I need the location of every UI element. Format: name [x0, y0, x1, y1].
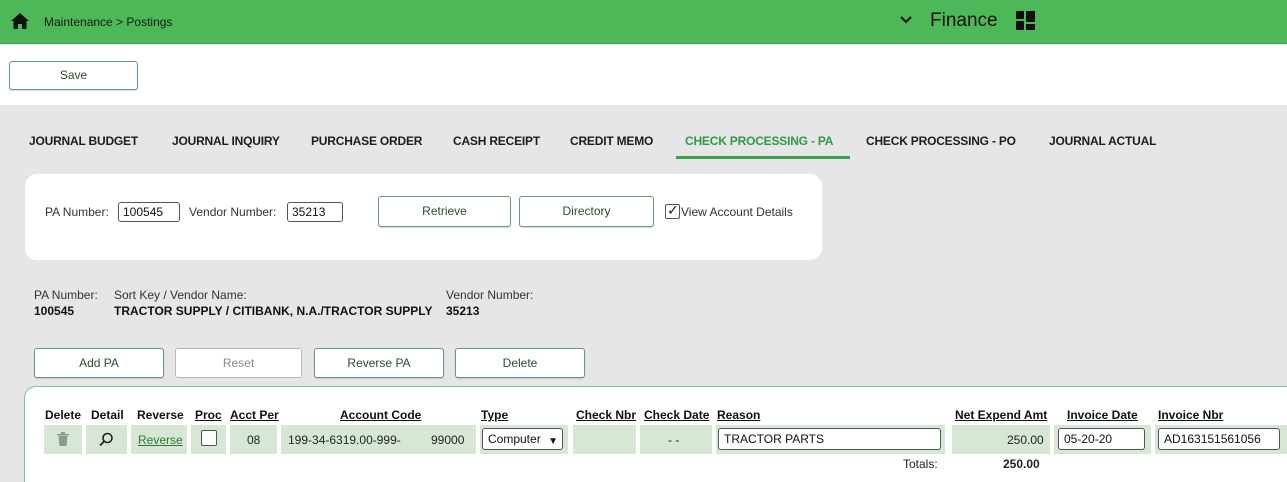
col-header-net-expend-amt[interactable]: Net Expend Amt — [955, 408, 1047, 422]
info-vendor-number-value: 35213 — [446, 304, 480, 318]
pa-number-input[interactable]: 100545 — [118, 202, 180, 222]
app-name[interactable]: Finance — [930, 10, 998, 32]
chevron-down-icon[interactable] — [898, 12, 914, 28]
info-pa-number-value: 100545 — [34, 304, 75, 318]
invoice-date-input[interactable]: 05-20-20 — [1058, 428, 1145, 450]
view-account-details-checkbox[interactable]: ✓ — [665, 202, 680, 219]
tab-cash-receipt[interactable]: CASH RECEIPT — [453, 134, 540, 148]
invoice-nbr-input[interactable]: AD163151561056 — [1158, 428, 1280, 450]
delete-cell — [44, 425, 82, 454]
col-header-check-nbr[interactable]: Check Nbr — [576, 408, 636, 422]
top-bar: Maintenance > Postings Finance — [0, 0, 1287, 44]
account-code-suffix: 99000 — [431, 433, 465, 447]
detail-cell — [86, 425, 127, 454]
tab-journal-inquiry[interactable]: JOURNAL INQUIRY — [172, 134, 280, 148]
pa-number-label: PA Number: — [45, 205, 109, 219]
info-vendor-name-label: Sort Key / Vendor Name: — [114, 288, 247, 302]
tab-journal-budget[interactable]: JOURNAL BUDGET — [29, 134, 138, 148]
search-icon[interactable] — [99, 432, 114, 447]
totals-label: Totals: — [903, 457, 938, 471]
reason-input[interactable]: TRACTOR PARTS — [718, 428, 941, 450]
reverse-link[interactable]: Reverse — [138, 433, 183, 447]
save-button[interactable]: Save — [9, 61, 138, 90]
breadcrumb: Maintenance > Postings — [44, 15, 173, 29]
account-code-value: 199-34-6319.00-999- — [288, 433, 401, 447]
vendor-number-input[interactable]: 35213 — [287, 202, 343, 222]
check-nbr-cell — [573, 425, 636, 454]
tab-check-processing-pa[interactable]: CHECK PROCESSING - PA — [685, 134, 833, 148]
home-icon[interactable] — [10, 12, 30, 30]
save-bar: Save — [0, 45, 1287, 105]
chevron-down-icon: ▼ — [548, 436, 558, 447]
tab-journal-actual[interactable]: JOURNAL ACTUAL — [1049, 134, 1156, 148]
col-header-reverse: Reverse — [137, 408, 184, 422]
view-account-details-label: View Account Details — [681, 205, 793, 219]
retrieve-button[interactable]: Retrieve — [378, 196, 511, 227]
info-vendor-name-value: TRACTOR SUPPLY / CITIBANK, N.A./TRACTOR … — [114, 304, 433, 318]
check-date-value: - - — [668, 433, 680, 447]
net-expend-value: 250.00 — [1007, 433, 1044, 447]
reverse-pa-button[interactable]: Reverse PA — [314, 348, 444, 378]
info-pa-number-label: PA Number: — [34, 288, 98, 302]
app-grid-icon[interactable] — [1016, 11, 1035, 30]
tab-bar: JOURNAL BUDGET JOURNAL INQUIRY PURCHASE … — [0, 134, 1287, 160]
proc-checkbox[interactable] — [201, 430, 217, 446]
col-header-acct-per[interactable]: Acct Per — [230, 408, 279, 422]
type-select[interactable]: Computer ▼ — [482, 428, 563, 450]
col-header-type[interactable]: Type — [481, 408, 508, 422]
delete-button[interactable]: Delete — [455, 348, 585, 378]
col-header-delete: Delete — [45, 408, 82, 422]
totals-value: 250.00 — [1003, 457, 1040, 471]
col-header-invoice-date[interactable]: Invoice Date — [1067, 408, 1138, 422]
trash-icon[interactable] — [57, 432, 69, 446]
col-header-account-code[interactable]: Account Code — [340, 408, 421, 422]
col-header-check-date[interactable]: Check Date — [644, 408, 709, 422]
reset-button[interactable]: Reset — [175, 348, 302, 378]
type-select-value: Computer — [488, 432, 541, 446]
tab-check-processing-po[interactable]: CHECK PROCESSING - PO — [866, 134, 1016, 148]
col-header-invoice-nbr[interactable]: Invoice Nbr — [1158, 408, 1223, 422]
directory-button[interactable]: Directory — [519, 196, 654, 227]
active-tab-indicator — [676, 156, 850, 159]
add-pa-button[interactable]: Add PA — [34, 348, 164, 378]
vendor-number-label: Vendor Number: — [189, 205, 277, 219]
tab-credit-memo[interactable]: CREDIT MEMO — [570, 134, 653, 148]
info-vendor-number-label: Vendor Number: — [446, 288, 534, 302]
acct-per-value: 08 — [247, 433, 261, 447]
checkmark-icon: ✓ — [667, 202, 679, 218]
tab-purchase-order[interactable]: PURCHASE ORDER — [311, 134, 422, 148]
col-header-detail: Detail — [91, 408, 124, 422]
col-header-reason[interactable]: Reason — [717, 408, 760, 422]
col-header-proc[interactable]: Proc — [195, 408, 222, 422]
